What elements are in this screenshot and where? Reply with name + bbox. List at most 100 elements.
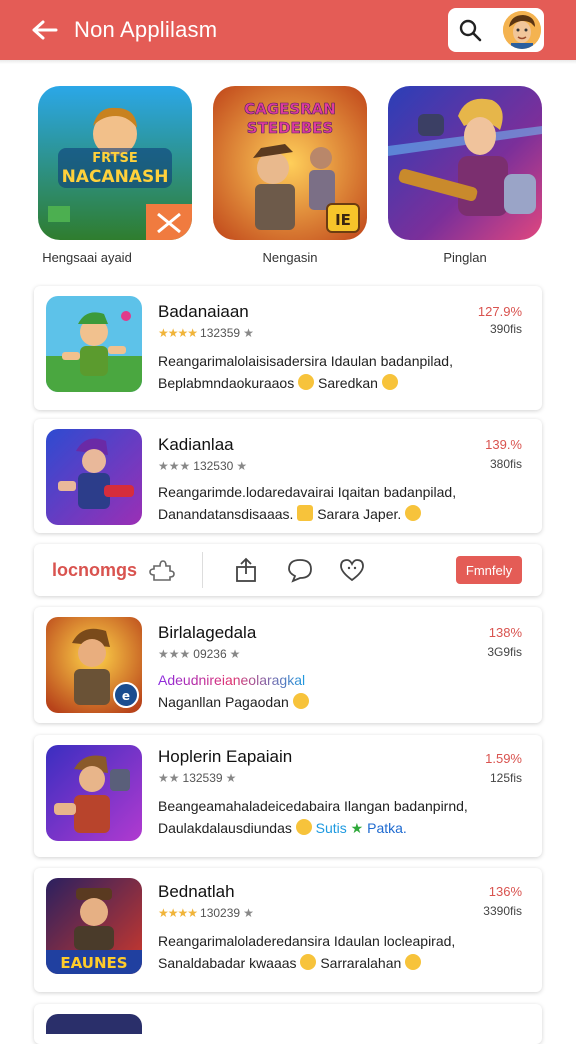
price-label: 139.% — [485, 437, 522, 452]
app-description-line-2: Sanaldabadar kwaaas Sarraralahan — [158, 952, 422, 974]
featured-tile-3[interactable] — [388, 86, 542, 240]
desc-tail: Saredkan — [318, 375, 378, 391]
rating-count: 09236 — [193, 647, 227, 661]
app-description-line-2: Danandatansdisaaas. Sarara Japer. — [158, 503, 422, 525]
share-icon[interactable] — [232, 556, 260, 584]
rating-count: 130239 — [200, 906, 241, 920]
rating-stars-icon: ★★★ — [158, 459, 191, 473]
size-label: 390fis — [489, 322, 522, 336]
app-thumbnail: e — [46, 617, 142, 713]
desc-text: Naganllan Pagaodan — [158, 694, 289, 710]
desc-tail: Sutis — [315, 820, 347, 836]
game-art-image: CAGESRAN STEDEBES IE — [213, 86, 367, 240]
back-arrow-icon — [32, 20, 58, 40]
game-art-image — [388, 86, 542, 240]
rating-count: 132359 — [200, 326, 241, 340]
app-description-line-2: Daulakdalausdiundas Sutis ★ Patka. — [158, 817, 407, 839]
app-description-line-2: Naganllan Pagaodan — [158, 691, 309, 713]
header-shadow — [0, 60, 576, 64]
rating-row: ★★★ 09236 ★ — [158, 647, 240, 661]
app-description-line-1: Reangarimde.lodaredavairai Iqaitan badan… — [158, 484, 457, 500]
rating-row: ★★ 132539 ★ — [158, 771, 236, 785]
featured-art-text: FRTSE — [92, 151, 137, 166]
featured-tile-1[interactable]: FRTSE NACANASH — [38, 86, 192, 240]
app-card-6-partial[interactable] — [34, 1004, 542, 1044]
app-card-2[interactable]: Kadianlaa ★★★ 132530 ★ 139.% 380fis Rean… — [34, 419, 542, 533]
app-description-line-2: Beplabmndaokuraaos Saredkan — [158, 372, 398, 394]
puzzle-icon[interactable] — [148, 556, 176, 584]
rating-row: ★★★ 132530 ★ — [158, 459, 247, 473]
star-icon: ★ — [236, 459, 248, 473]
app-description-line-1: Reangarimalolaisisadersira Idaulan badan… — [158, 353, 453, 369]
follow-button[interactable]: Fmnfely — [456, 556, 522, 584]
rating-stars-icon: ★★★ — [158, 647, 191, 661]
price-label: 136% — [488, 884, 522, 899]
avatar-button[interactable] — [500, 8, 544, 52]
desc-tail: Sarara Japer. — [317, 506, 402, 522]
app-title: Kadianlaa — [158, 435, 234, 454]
svg-text:CAGESRAN: CAGESRAN — [244, 100, 336, 118]
app-card-4[interactable]: Hoplerin Eapaiain ★★ 132539 ★ 1.59% 125f… — [34, 735, 542, 857]
smile-emoji-icon — [298, 374, 315, 390]
rating-row: ★★★★ 130239 ★ — [158, 906, 254, 920]
desc-tail-2: Patka. — [367, 820, 407, 836]
star-icon: ★ — [229, 647, 241, 661]
app-thumbnail — [46, 745, 142, 841]
search-icon — [459, 19, 482, 42]
rating-count: 132530 — [193, 459, 234, 473]
star-icon: ★ — [243, 906, 254, 920]
star-icon: ★ — [225, 771, 237, 785]
rating-count: 132539 — [182, 771, 223, 785]
featured-tile-2[interactable]: CAGESRAN STEDEBES IE — [213, 86, 367, 240]
smile-emoji-icon — [405, 954, 422, 970]
app-description-line-1: Adeudnireianeolaragkal — [158, 669, 305, 691]
app-thumbnail — [46, 296, 142, 392]
app-card-5[interactable]: EAUNES Bednatlah ★★★★ 130239 ★ 136% 3390… — [34, 868, 542, 992]
price-label: 127.9% — [477, 304, 522, 319]
size-label: 125fis — [489, 771, 522, 785]
app-title: Birlalagedala — [158, 623, 257, 642]
badge-letter: e — [122, 689, 130, 703]
back-button[interactable] — [30, 15, 60, 45]
size-label: 3390fis — [483, 904, 522, 918]
smile-emoji-icon — [381, 374, 398, 390]
rating-stars-icon: ★★ — [158, 771, 180, 785]
app-card-3[interactable]: e Birlalagedala ★★★ 09236 ★ 138% 3G9fis … — [34, 607, 542, 723]
action-bar-label[interactable]: locnomgs — [52, 560, 137, 581]
rating-stars-icon: ★★★★ — [158, 326, 198, 340]
featured-label-1: Hengsaai ayaid — [42, 250, 132, 265]
rating-stars-icon: ★★★★ — [158, 906, 198, 920]
smile-emoji-icon — [292, 693, 309, 709]
search-button[interactable] — [448, 8, 508, 52]
desc-tail: Sarraralahan — [320, 955, 402, 971]
featured-label-2: Nengasin — [262, 250, 318, 265]
app-title: Hoplerin Eapaiain — [158, 747, 293, 766]
app-title: Bednatlah — [158, 882, 235, 901]
featured-label-3: Pinglan — [443, 250, 487, 265]
desc-text: Sanaldabadar kwaaas — [158, 955, 297, 971]
desc-text: Daulakdalausdiundas — [158, 820, 292, 836]
price-label: 138% — [488, 625, 522, 640]
action-bar: locnomgs Fmnfely — [34, 544, 542, 596]
featured-badge: IE — [335, 211, 351, 229]
price-label: 1.59% — [485, 751, 522, 766]
smile-emoji-icon — [300, 954, 317, 970]
smile-emoji-icon — [295, 819, 312, 835]
game-art-image: FRTSE NACANASH — [38, 86, 192, 240]
desc-text: Beplabmndaokuraaos — [158, 375, 295, 391]
comment-icon[interactable] — [286, 556, 314, 584]
grin-emoji-icon — [297, 505, 314, 521]
thumbnail-art-text: EAUNES — [60, 954, 127, 972]
size-label: 380fis — [489, 457, 522, 471]
app-description-line-1: Beangeamahaladeicedabaira Ilangan badanp… — [158, 798, 468, 814]
app-description-line-1: Reangarimaloladeredansira Idaulan loclea… — [158, 933, 456, 949]
avatar — [503, 11, 541, 49]
app-thumbnail — [46, 1014, 142, 1034]
app-card-1[interactable]: Badanaiaan ★★★★ 132359 ★ 127.9% 390fis R… — [34, 286, 542, 410]
app-thumbnail — [46, 429, 142, 525]
svg-text:STEDEBES: STEDEBES — [247, 119, 333, 137]
svg-text:NACANASH: NACANASH — [62, 167, 169, 187]
desc-text: Danandatansdisaaas. — [158, 506, 294, 522]
star-icon: ★ — [243, 326, 254, 340]
heart-icon[interactable] — [338, 556, 366, 584]
